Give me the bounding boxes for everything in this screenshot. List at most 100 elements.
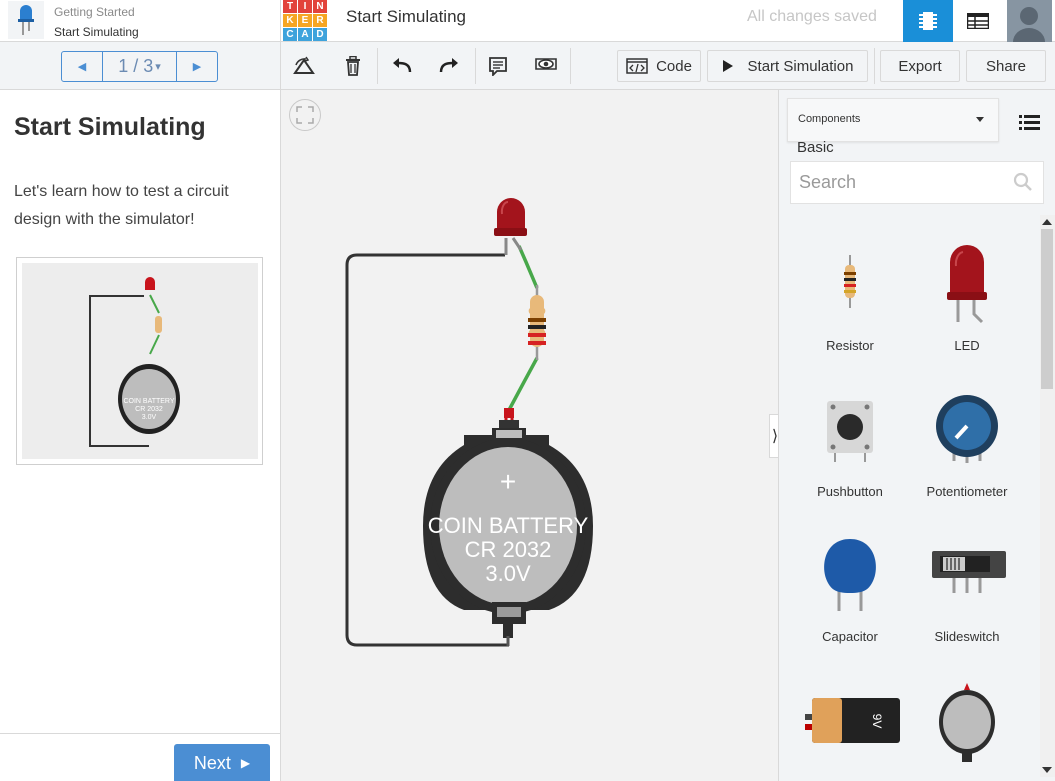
coin-battery-icon bbox=[939, 683, 995, 762]
circuit-diagram: + COIN BATTERY CR 2032 3.0V bbox=[345, 198, 593, 647]
export-label: Export bbox=[898, 57, 942, 75]
pushbutton-icon bbox=[827, 401, 873, 462]
lesson-pager-row: ◀ 1 / 3 ▾ ▶ bbox=[0, 42, 280, 90]
logo-letter: N bbox=[313, 0, 327, 13]
scrollbar-thumb[interactable] bbox=[1041, 229, 1053, 389]
logo-letter: C bbox=[283, 28, 297, 41]
capacitor-icon bbox=[824, 539, 876, 611]
lesson-heading: Start Simulating bbox=[14, 113, 206, 141]
rotate-icon bbox=[293, 56, 315, 74]
component-label: Potentiometer bbox=[926, 484, 1008, 499]
redo-button[interactable] bbox=[432, 52, 466, 80]
potentiometer-icon bbox=[936, 395, 998, 463]
resistor-icon bbox=[844, 255, 856, 308]
lesson-pager: ◀ 1 / 3 ▾ ▶ bbox=[61, 51, 218, 82]
scroll-up-icon[interactable] bbox=[1042, 219, 1052, 225]
lesson-category: Getting Started bbox=[54, 5, 135, 19]
svg-text:3.0V: 3.0V bbox=[142, 414, 157, 421]
step-counter-dropdown[interactable]: 1 / 3 ▾ bbox=[102, 52, 177, 81]
component-coin-battery[interactable] bbox=[912, 680, 1022, 781]
code-button[interactable]: Code bbox=[617, 50, 701, 82]
user-avatar[interactable] bbox=[1007, 0, 1052, 42]
next-button[interactable]: Next ▶ bbox=[174, 744, 270, 781]
component-slideswitch[interactable]: Slideswitch bbox=[912, 531, 1022, 651]
eye-icon bbox=[535, 58, 557, 70]
led-lesson-icon bbox=[8, 1, 44, 39]
chevron-down-icon: ▾ bbox=[155, 61, 161, 73]
next-label: Next bbox=[193, 752, 231, 773]
next-step-button[interactable]: ▶ bbox=[177, 52, 217, 81]
lesson-panel: Getting Started Start Simulating ◀ 1 / 3… bbox=[0, 0, 281, 781]
code-editor-icon bbox=[626, 58, 648, 74]
top-header: T I N K E R C A D Start Simulating All c… bbox=[281, 0, 1055, 42]
component-label: LED bbox=[954, 338, 980, 353]
component-label: Slideswitch bbox=[934, 629, 1000, 644]
circuit-canvas[interactable]: + COIN BATTERY CR 2032 3.0V bbox=[281, 90, 778, 781]
start-simulation-button[interactable]: Start Simulation bbox=[707, 50, 868, 82]
redo-icon bbox=[439, 58, 458, 73]
svg-text:COIN BATTERY: COIN BATTERY bbox=[123, 398, 174, 405]
battery-label-1: COIN BATTERY bbox=[428, 513, 589, 538]
component-label: Pushbutton bbox=[817, 484, 883, 499]
component-pushbutton[interactable]: Pushbutton bbox=[795, 386, 905, 506]
components-dropdown-label: Components bbox=[798, 113, 861, 125]
table-icon bbox=[967, 13, 989, 29]
battery-plus: + bbox=[500, 466, 516, 497]
caret-right-icon: ▶ bbox=[192, 61, 202, 73]
logo-letter: D bbox=[313, 28, 327, 41]
share-button[interactable]: Share bbox=[966, 50, 1046, 82]
component-list-view-button[interactable] bbox=[953, 0, 1003, 42]
component-search-input[interactable] bbox=[791, 162, 1006, 203]
components-dropdown-value: Basic bbox=[797, 139, 834, 156]
component-led[interactable]: LED bbox=[912, 240, 1022, 360]
save-status: All changes saved bbox=[747, 8, 877, 25]
caret-left-icon: ◀ bbox=[77, 61, 87, 73]
lesson-circuit-image: COIN BATTERY CR 2032 3.0V bbox=[16, 257, 263, 465]
components-scrollbar[interactable] bbox=[1040, 215, 1055, 777]
step-counter: 1 / 3 bbox=[118, 56, 154, 76]
tinkercad-logo[interactable]: T I N K E R C A D bbox=[283, 0, 327, 41]
start-simulation-label: Start Simulation bbox=[747, 57, 854, 75]
green-wire-top[interactable] bbox=[517, 245, 539, 289]
trash-icon bbox=[346, 56, 360, 76]
rotate-button[interactable] bbox=[287, 52, 321, 80]
coin-battery-component[interactable]: + COIN BATTERY CR 2032 3.0V bbox=[423, 408, 593, 646]
component-resistor[interactable]: Resistor bbox=[795, 240, 905, 360]
resistor-component[interactable] bbox=[528, 285, 546, 360]
led-icon bbox=[947, 245, 987, 324]
user-silhouette-icon bbox=[1007, 0, 1052, 42]
share-label: Share bbox=[985, 57, 1027, 75]
component-label: Resistor bbox=[826, 338, 874, 353]
caret-down-icon bbox=[976, 117, 984, 122]
notes-icon bbox=[489, 57, 507, 76]
undo-button[interactable] bbox=[385, 52, 419, 80]
logo-letter: K bbox=[283, 14, 297, 27]
component-9v-battery[interactable]: 9V bbox=[795, 686, 905, 781]
circuit-thumbnail: COIN BATTERY CR 2032 3.0V bbox=[89, 277, 180, 447]
export-button[interactable]: Export bbox=[880, 50, 960, 82]
search-icon[interactable] bbox=[1013, 172, 1033, 192]
nine-volt-label: 9V bbox=[870, 714, 884, 729]
circuit-view-button[interactable] bbox=[903, 0, 953, 42]
undo-icon bbox=[393, 58, 412, 73]
code-label: Code bbox=[656, 57, 692, 75]
document-title[interactable]: Start Simulating bbox=[346, 7, 466, 27]
nine-volt-battery-icon: 9V bbox=[805, 698, 900, 743]
tinkercad-app: Getting Started Start Simulating ◀ 1 / 3… bbox=[0, 0, 1055, 781]
prev-step-button[interactable]: ◀ bbox=[62, 52, 102, 81]
green-wire-bottom[interactable] bbox=[507, 357, 539, 411]
slideswitch-icon bbox=[932, 551, 1006, 593]
toggle-notes-visibility-button[interactable] bbox=[529, 52, 563, 80]
components-dropdown[interactable]: Components bbox=[787, 98, 999, 142]
led-component[interactable] bbox=[494, 198, 527, 255]
logo-letter: I bbox=[298, 0, 312, 13]
component-capacitor[interactable]: Capacitor bbox=[795, 531, 905, 651]
component-potentiometer[interactable]: Potentiometer bbox=[912, 386, 1022, 506]
logo-letter: A bbox=[298, 28, 312, 41]
logo-letter: R bbox=[313, 14, 327, 27]
delete-button[interactable] bbox=[336, 52, 370, 80]
notes-button[interactable] bbox=[481, 52, 515, 80]
scroll-down-icon[interactable] bbox=[1042, 767, 1052, 773]
component-label: Capacitor bbox=[822, 629, 878, 644]
list-view-icon[interactable] bbox=[1018, 112, 1042, 132]
